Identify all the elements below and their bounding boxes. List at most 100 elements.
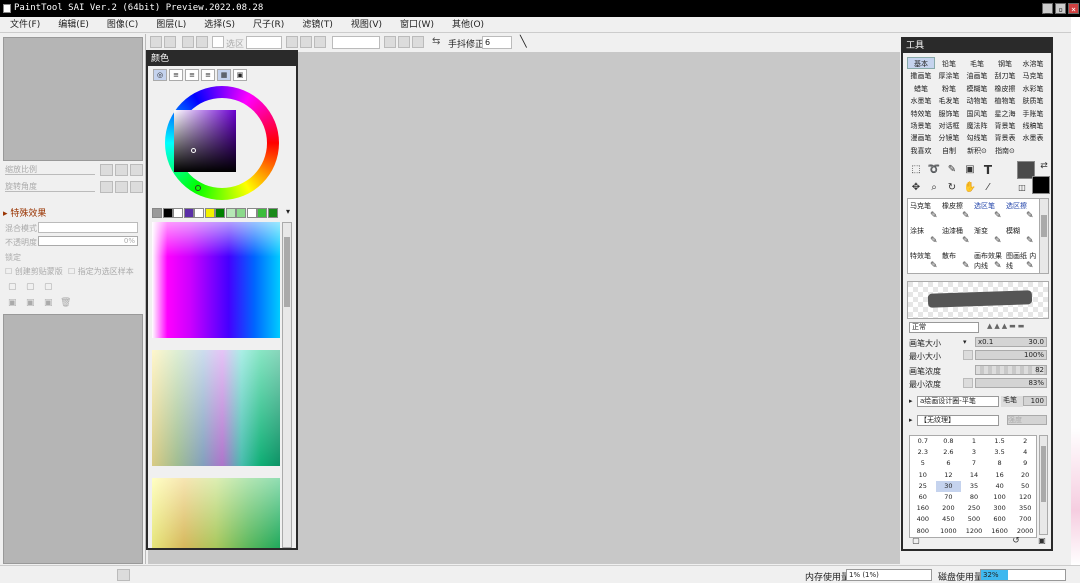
size-preset[interactable]: 50: [1012, 481, 1038, 492]
subtool-scroll-thumb[interactable]: [1041, 215, 1047, 237]
zoom-minus-button[interactable]: [100, 164, 113, 176]
selection-dropdown[interactable]: [246, 36, 282, 49]
swatch-menu-icon[interactable]: ▾: [286, 207, 290, 216]
menu-filter[interactable]: 滤镜(T): [302, 17, 333, 32]
brush-set-item[interactable]: 背景笔: [991, 119, 1019, 131]
rotate-left-button[interactable]: [384, 36, 396, 48]
size-preset[interactable]: 350: [1012, 503, 1038, 514]
color-wheel-mode-icon[interactable]: ◎: [153, 69, 167, 81]
size-grid-scrollbar[interactable]: [1039, 435, 1048, 535]
color-swatch[interactable]: [236, 208, 246, 218]
preset-reset-icon[interactable]: ↺: [1009, 534, 1023, 548]
menu-ruler[interactable]: 尺子(R): [253, 17, 284, 32]
brush-size-bar[interactable]: x0.1 30.0: [975, 337, 1047, 347]
size-preset[interactable]: 3.5: [987, 447, 1013, 458]
size-preset[interactable]: 40: [987, 481, 1013, 492]
reset-colors-icon[interactable]: ◫: [1015, 181, 1029, 195]
min-size-pressure-icon[interactable]: [963, 350, 973, 360]
move-icon[interactable]: ✥: [909, 181, 923, 195]
menu-other[interactable]: 其他(O): [452, 17, 484, 32]
brush-shape-select[interactable]: a绘画设计圈-平笔: [917, 396, 999, 407]
min-size-bar[interactable]: 100%: [975, 350, 1047, 360]
close-button[interactable]: ×: [1068, 3, 1079, 14]
size-preset[interactable]: 2.3: [910, 447, 936, 458]
subtool-item[interactable]: 橡皮擦 ✎: [942, 201, 974, 221]
saturation-value-square[interactable]: [174, 110, 236, 172]
rotate-reset-left-button[interactable]: [130, 181, 143, 193]
color-swatch[interactable]: [152, 208, 162, 218]
brush-set-item[interactable]: 模糊笔: [963, 82, 991, 94]
size-preset[interactable]: 8: [987, 458, 1013, 469]
subtool-item[interactable]: 画布效果 内线 ✎: [974, 251, 1006, 271]
deselect-button[interactable]: [182, 36, 194, 48]
size-preset[interactable]: 5: [910, 458, 936, 469]
size-preset[interactable]: 35: [961, 481, 987, 492]
merge-down-icon[interactable]: ▣: [8, 298, 21, 310]
size-preset[interactable]: 7: [961, 458, 987, 469]
brush-set-item[interactable]: 场景笔: [907, 119, 935, 131]
brush-set-item[interactable]: 油画笔: [963, 69, 991, 81]
blend-mode-dropdown[interactable]: [38, 222, 138, 233]
size-preset[interactable]: 400: [910, 514, 936, 525]
new-folder-icon[interactable]: ▢: [26, 282, 39, 294]
palette-block-1[interactable]: [152, 222, 280, 338]
brush-set-item[interactable]: 手账笔: [1019, 107, 1047, 119]
hsv-slider-mode-icon[interactable]: ≡: [185, 69, 199, 81]
min-density-pressure-icon[interactable]: [963, 378, 973, 388]
rotate-slider[interactable]: [5, 191, 95, 192]
brush-set-item[interactable]: 背景表: [991, 131, 1019, 143]
maximize-button[interactable]: ▫: [1055, 3, 1066, 14]
opacity-bar[interactable]: 0%: [38, 236, 138, 246]
swatch-mode-icon[interactable]: ▦: [217, 69, 231, 81]
brush-set-item[interactable]: 水彩笔: [1019, 82, 1047, 94]
size-preset[interactable]: 100: [987, 492, 1013, 503]
rotate-right-button[interactable]: [398, 36, 410, 48]
clip-mask-checkbox[interactable]: ☐ 创建剪贴蒙版: [5, 266, 63, 277]
straight-line-icon[interactable]: ╲: [520, 35, 527, 48]
rotate-plus-button[interactable]: [115, 181, 128, 193]
brush-set-item[interactable]: 毛笔: [963, 57, 991, 69]
palette-block-3[interactable]: [152, 478, 280, 548]
brush-set-item[interactable]: 服饰笔: [935, 107, 963, 119]
brush-set-item[interactable]: 国风笔: [963, 107, 991, 119]
tip-shape-icons[interactable]: ▲▲▲▬▬: [987, 322, 1026, 330]
hand-icon[interactable]: ✋: [963, 181, 977, 195]
menu-edit[interactable]: 编辑(E): [58, 17, 89, 32]
zoom-reset-button[interactable]: [314, 36, 326, 48]
color-swatch[interactable]: [162, 208, 173, 218]
rect-select-icon[interactable]: ⬚: [909, 163, 923, 177]
subtool-item[interactable]: 选区笔 ✎: [974, 201, 1006, 221]
text-tool-icon[interactable]: T: [981, 163, 995, 177]
size-mult-dropdown-icon[interactable]: ▾: [963, 338, 967, 346]
color-swatch[interactable]: [246, 208, 257, 218]
subtool-item[interactable]: 马克笔 ✎: [910, 201, 942, 221]
size-preset[interactable]: 160: [910, 503, 936, 514]
color-swatch[interactable]: [204, 208, 215, 218]
navigator-preview[interactable]: [3, 37, 143, 161]
size-preset[interactable]: 80: [961, 492, 987, 503]
magic-wand-icon[interactable]: ✎: [945, 163, 959, 177]
size-preset[interactable]: 9: [1012, 458, 1038, 469]
select-checkbox[interactable]: [212, 36, 224, 48]
rotate-reset-button[interactable]: [412, 36, 424, 48]
rgb-slider-mode-icon[interactable]: ≡: [169, 69, 183, 81]
size-preset[interactable]: 120: [1012, 492, 1038, 503]
brush-set-item[interactable]: 线稿笔: [1019, 119, 1047, 131]
size-preset[interactable]: 60: [910, 492, 936, 503]
menu-layer[interactable]: 图层(L): [156, 17, 186, 32]
brush-set-item[interactable]: 我喜欢: [907, 144, 935, 156]
subtool-item[interactable]: 散布 ✎: [942, 251, 974, 271]
size-preset[interactable]: 200: [936, 503, 962, 514]
background-color[interactable]: [1032, 176, 1050, 194]
brush-set-item[interactable]: 水墨表: [1019, 131, 1047, 143]
brush-set-item[interactable]: 橡皮擦: [991, 82, 1019, 94]
size-preset[interactable]: 1.5: [987, 436, 1013, 447]
brush-shape-expand-icon[interactable]: ▸: [909, 397, 913, 405]
redo-button[interactable]: [164, 36, 176, 48]
zoom-out-button[interactable]: [286, 36, 298, 48]
brush-set-item[interactable]: 自制: [935, 144, 963, 156]
minimize-button[interactable]: _: [1042, 3, 1053, 14]
palette-scroll-thumb[interactable]: [284, 237, 290, 307]
color-swatch[interactable]: [267, 208, 278, 218]
brush-set-item[interactable]: 马克笔: [1019, 69, 1047, 81]
